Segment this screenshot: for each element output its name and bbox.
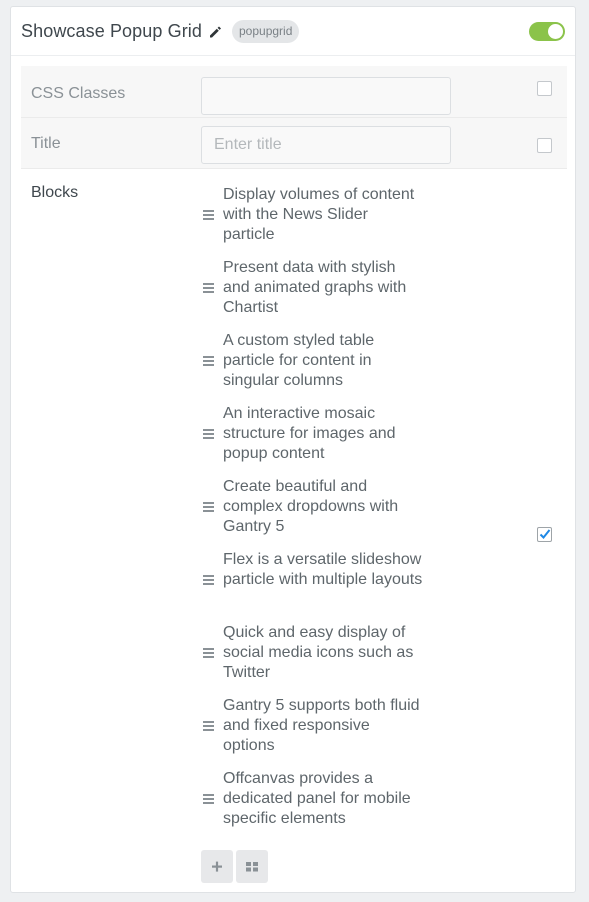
block-item-text: Offcanvas provides a dedicated panel for… [223, 770, 411, 827]
css-classes-override-checkbox[interactable] [537, 81, 552, 96]
drag-handle-icon[interactable] [203, 210, 214, 220]
drag-handle-icon[interactable] [203, 721, 214, 731]
block-item-text: Flex is a versatile slideshow particle w… [223, 551, 423, 588]
title-input[interactable] [201, 126, 451, 164]
block-item[interactable]: Present data with stylish and animated g… [201, 259, 421, 319]
css-classes-row: CSS Classes [21, 66, 567, 118]
title-override-checkbox[interactable] [537, 138, 552, 153]
block-item-text: A custom styled table particle for conte… [223, 332, 375, 389]
block-item[interactable]: Gantry 5 supports both fluid and fixed r… [201, 697, 421, 757]
drag-handle-icon[interactable] [203, 502, 214, 512]
pencil-icon[interactable] [208, 25, 222, 39]
drag-handle-icon[interactable] [203, 356, 214, 366]
particle-type-badge: popupgrid [232, 20, 300, 43]
enable-toggle[interactable] [529, 22, 565, 41]
plus-icon [212, 861, 222, 872]
block-item[interactable]: A custom styled table particle for conte… [201, 332, 421, 392]
particle-title: Showcase Popup Grid [21, 21, 203, 41]
block-item-text: Display volumes of content with the News… [223, 186, 415, 243]
blocks-override-checkbox[interactable] [537, 527, 552, 542]
blocks-label: Blocks [31, 184, 79, 201]
block-item[interactable]: Quick and easy display of social media i… [201, 624, 421, 684]
css-classes-input[interactable] [201, 77, 451, 115]
block-item-text: Present data with stylish and animated g… [223, 259, 407, 316]
blocks-row: Blocks Display volumes of content with t… [21, 169, 567, 889]
grid-icon [246, 862, 258, 872]
block-item[interactable]: Display volumes of content with the News… [201, 186, 421, 246]
card-header: Showcase Popup Grid popupgrid [11, 7, 575, 56]
block-item-text: Quick and easy display of social media i… [223, 624, 414, 681]
drag-handle-icon[interactable] [203, 429, 214, 439]
css-classes-label: CSS Classes [31, 85, 126, 102]
block-item-text: Gantry 5 supports both fluid and fixed r… [223, 697, 420, 754]
toggle-knob [548, 24, 563, 39]
block-item-text: Create beautiful and complex dropdowns w… [223, 478, 399, 535]
drag-handle-icon[interactable] [203, 794, 214, 804]
block-item-text: An interactive mosaic structure for imag… [223, 405, 396, 462]
grid-layout-button[interactable] [236, 850, 268, 883]
block-item[interactable]: Create beautiful and complex dropdowns w… [201, 478, 421, 538]
particle-settings-card: Showcase Popup Grid popupgrid CSS Classe… [10, 6, 576, 893]
drag-handle-icon[interactable] [203, 283, 214, 293]
block-item[interactable]: Offcanvas provides a dedicated panel for… [201, 770, 421, 830]
add-block-button[interactable] [201, 850, 233, 883]
title-label: Title [31, 135, 61, 152]
block-item[interactable]: Flex is a versatile slideshow particle w… [201, 551, 423, 611]
title-row: Title [21, 118, 567, 169]
block-item[interactable]: An interactive mosaic structure for imag… [201, 405, 421, 465]
drag-handle-icon[interactable] [203, 575, 214, 585]
drag-handle-icon[interactable] [203, 648, 214, 658]
checkmark-icon [539, 529, 551, 539]
